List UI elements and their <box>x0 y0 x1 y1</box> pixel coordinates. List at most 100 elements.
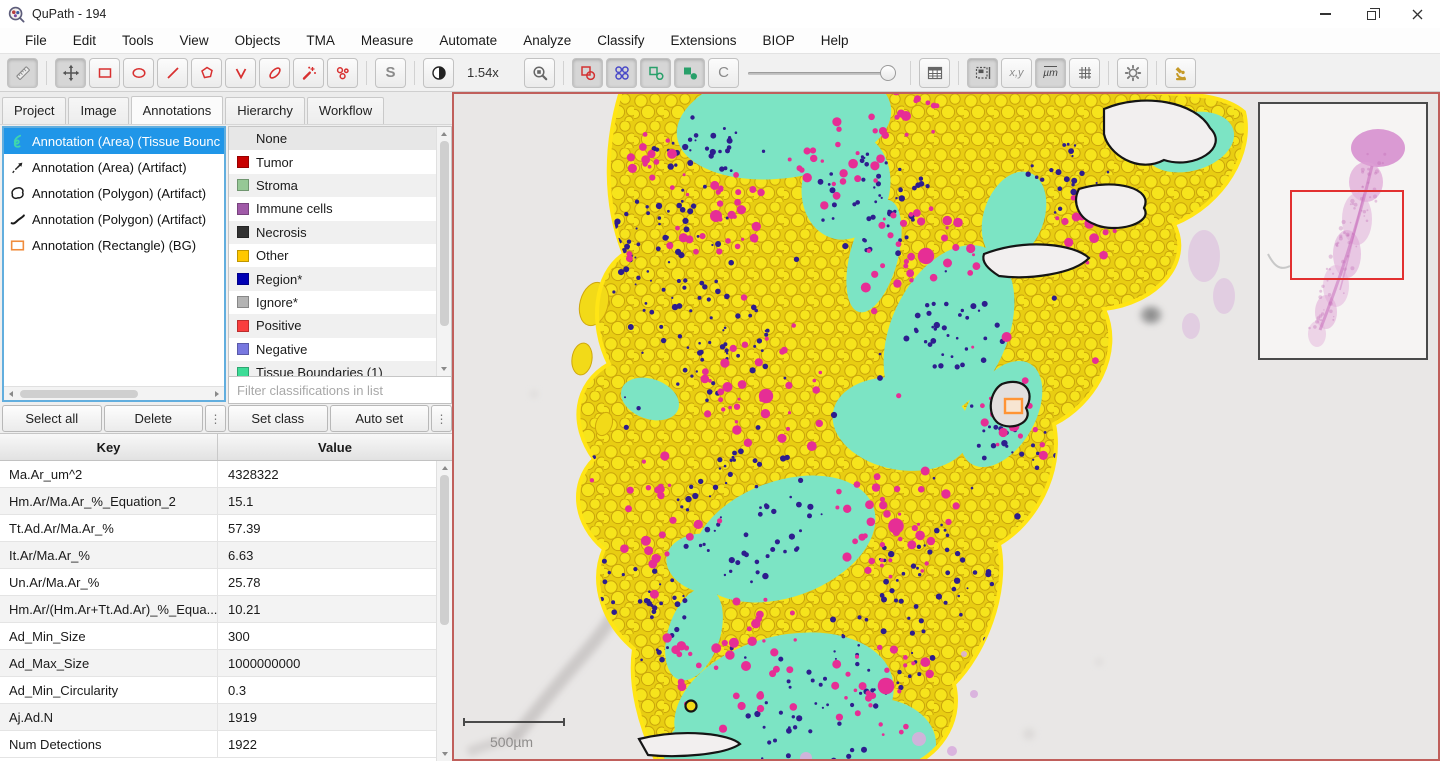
annotation-list-item[interactable]: Annotation (Polygon) (Artifact) <box>4 206 224 232</box>
close-button[interactable] <box>1394 0 1440 28</box>
brush-tool-button[interactable] <box>259 58 290 88</box>
polygon-tool-button[interactable] <box>191 58 222 88</box>
show-detections-toggle[interactable] <box>640 58 671 88</box>
menu-item[interactable]: File <box>12 28 60 54</box>
preferences-button[interactable] <box>1117 58 1148 88</box>
select-all-button[interactable]: Select all <box>2 405 102 432</box>
column-header-value[interactable]: Value <box>218 434 452 460</box>
vscroll-thumb[interactable] <box>440 475 449 625</box>
rectangle-tool-button[interactable] <box>89 58 120 88</box>
menu-item[interactable]: Classify <box>584 28 657 54</box>
menu-item[interactable]: TMA <box>293 28 348 54</box>
table-row[interactable]: Hm.Ar/(Hm.Ar+Tt.Ad.Ar)_%_Equa... 10.21 <box>0 596 436 623</box>
menu-item[interactable]: Extensions <box>657 28 749 54</box>
tab[interactable]: Image <box>68 97 128 124</box>
menu-item[interactable]: Analyze <box>510 28 584 54</box>
table-vscrollbar[interactable] <box>436 461 452 761</box>
classification-list-vscrollbar[interactable] <box>436 127 451 376</box>
classification-list[interactable]: None Tumor Stroma Immune cells <box>228 126 452 377</box>
column-header-key[interactable]: Key <box>0 434 218 460</box>
scroll-up-arrow[interactable] <box>437 461 452 475</box>
brightness-contrast-button[interactable] <box>423 58 454 88</box>
classification-list-item[interactable]: Negative <box>229 338 436 361</box>
ellipse-tool-button[interactable] <box>123 58 154 88</box>
set-class-button[interactable]: Set class <box>228 405 328 432</box>
tab[interactable]: Annotations <box>131 96 224 124</box>
classification-list-item[interactable]: Tissue Boundaries (1) <box>229 361 436 376</box>
show-annotations-toggle[interactable] <box>572 58 603 88</box>
scroll-down-arrow[interactable] <box>437 362 452 376</box>
menu-item[interactable]: Help <box>808 28 862 54</box>
menu-item[interactable]: Tools <box>109 28 167 54</box>
classification-list-item[interactable]: Ignore* <box>229 291 436 314</box>
classification-list-item[interactable]: Tumor <box>229 150 436 173</box>
menu-item[interactable]: Objects <box>222 28 294 54</box>
tab[interactable]: Hierarchy <box>225 97 305 124</box>
annotation-list-item[interactable]: Annotation (Polygon) (Artifact) <box>4 180 224 206</box>
classification-more-button[interactable]: ⋮ <box>431 405 452 432</box>
location-toggle[interactable]: x,y <box>1001 58 1032 88</box>
table-row[interactable]: Hm.Ar/Ma.Ar_%_Equation_2 15.1 <box>0 488 436 515</box>
scroll-right-arrow[interactable] <box>210 387 224 401</box>
annotation-list-item[interactable]: Annotation (Area) (Artifact) <box>4 154 224 180</box>
ruler-tool-button[interactable] <box>7 58 38 88</box>
zoom-to-fit-button[interactable] <box>524 58 555 88</box>
polyline-tool-button[interactable] <box>225 58 256 88</box>
annotation-list[interactable]: Annotation (Area) (Tissue Bounc Annotati… <box>2 126 226 402</box>
classification-filter-input[interactable] <box>228 377 452 404</box>
points-tool-button[interactable] <box>327 58 358 88</box>
slide-viewer[interactable]: 500µm <box>452 92 1440 761</box>
opacity-slider-track[interactable] <box>748 72 888 75</box>
table-row[interactable]: Ad_Max_Size 1000000000 <box>0 650 436 677</box>
fill-detections-toggle[interactable] <box>674 58 705 88</box>
opacity-slider[interactable] <box>748 58 896 88</box>
classification-list-item[interactable]: Region* <box>229 267 436 290</box>
classification-list-item[interactable]: None <box>229 127 436 150</box>
overview-toggle[interactable] <box>967 58 998 88</box>
annotation-more-button[interactable]: ⋮ <box>205 405 226 432</box>
classification-list-item[interactable]: Necrosis <box>229 221 436 244</box>
zoom-level[interactable]: 1.54x <box>467 65 507 80</box>
scalebar-toggle[interactable]: µm <box>1035 58 1066 88</box>
show-connections-toggle[interactable]: C <box>708 58 739 88</box>
overview-view-rect[interactable] <box>1290 190 1404 280</box>
scroll-up-arrow[interactable] <box>437 127 452 141</box>
delete-button[interactable]: Delete <box>104 405 204 432</box>
menu-item[interactable]: BIOP <box>750 28 808 54</box>
hscroll-thumb[interactable] <box>20 390 138 398</box>
scroll-down-arrow[interactable] <box>437 747 452 761</box>
table-row[interactable]: Ad_Min_Circularity 0.3 <box>0 677 436 704</box>
table-row[interactable]: Ad_Min_Size 300 <box>0 623 436 650</box>
auto-set-button[interactable]: Auto set <box>330 405 430 432</box>
tab[interactable]: Project <box>2 97 66 124</box>
measurement-table-button[interactable] <box>919 58 950 88</box>
minimize-button[interactable] <box>1302 0 1348 28</box>
wand-tool-button[interactable] <box>293 58 324 88</box>
annotation-list-item[interactable]: Annotation (Area) (Tissue Bounc <box>4 128 224 154</box>
selection-mode-toggle[interactable]: S <box>375 58 406 88</box>
table-row[interactable]: It.Ar/Ma.Ar_% 6.63 <box>0 542 436 569</box>
tma-grid-toggle[interactable] <box>606 58 637 88</box>
scroll-left-arrow[interactable] <box>4 387 18 401</box>
opacity-slider-handle[interactable] <box>880 65 896 81</box>
classification-list-item[interactable]: Positive <box>229 314 436 337</box>
menu-item[interactable]: Automate <box>426 28 510 54</box>
table-row[interactable]: Tt.Ad.Ar/Ma.Ar_% 57.39 <box>0 515 436 542</box>
table-row[interactable]: Un.Ar/Ma.Ar_% 25.78 <box>0 569 436 596</box>
analysis-button[interactable] <box>1165 58 1196 88</box>
classification-list-item[interactable]: Immune cells <box>229 197 436 220</box>
menu-item[interactable]: View <box>167 28 222 54</box>
table-row[interactable]: Ma.Ar_um^2 4328322 <box>0 461 436 488</box>
tab[interactable]: Workflow <box>307 97 384 124</box>
selected-rectangle-annotation[interactable] <box>1005 399 1022 413</box>
overview-thumbnail[interactable] <box>1258 102 1428 360</box>
annotation-list-item[interactable]: Annotation (Rectangle) (BG) <box>4 232 224 258</box>
annotation-list-hscrollbar[interactable] <box>4 386 224 400</box>
vscroll-thumb[interactable] <box>440 141 449 326</box>
line-tool-button[interactable] <box>157 58 188 88</box>
classification-list-item[interactable]: Stroma <box>229 174 436 197</box>
table-row[interactable]: Aj.Ad.N 1919 <box>0 704 436 731</box>
menu-item[interactable]: Measure <box>348 28 427 54</box>
menu-item[interactable]: Edit <box>60 28 109 54</box>
restore-button[interactable] <box>1348 0 1394 28</box>
